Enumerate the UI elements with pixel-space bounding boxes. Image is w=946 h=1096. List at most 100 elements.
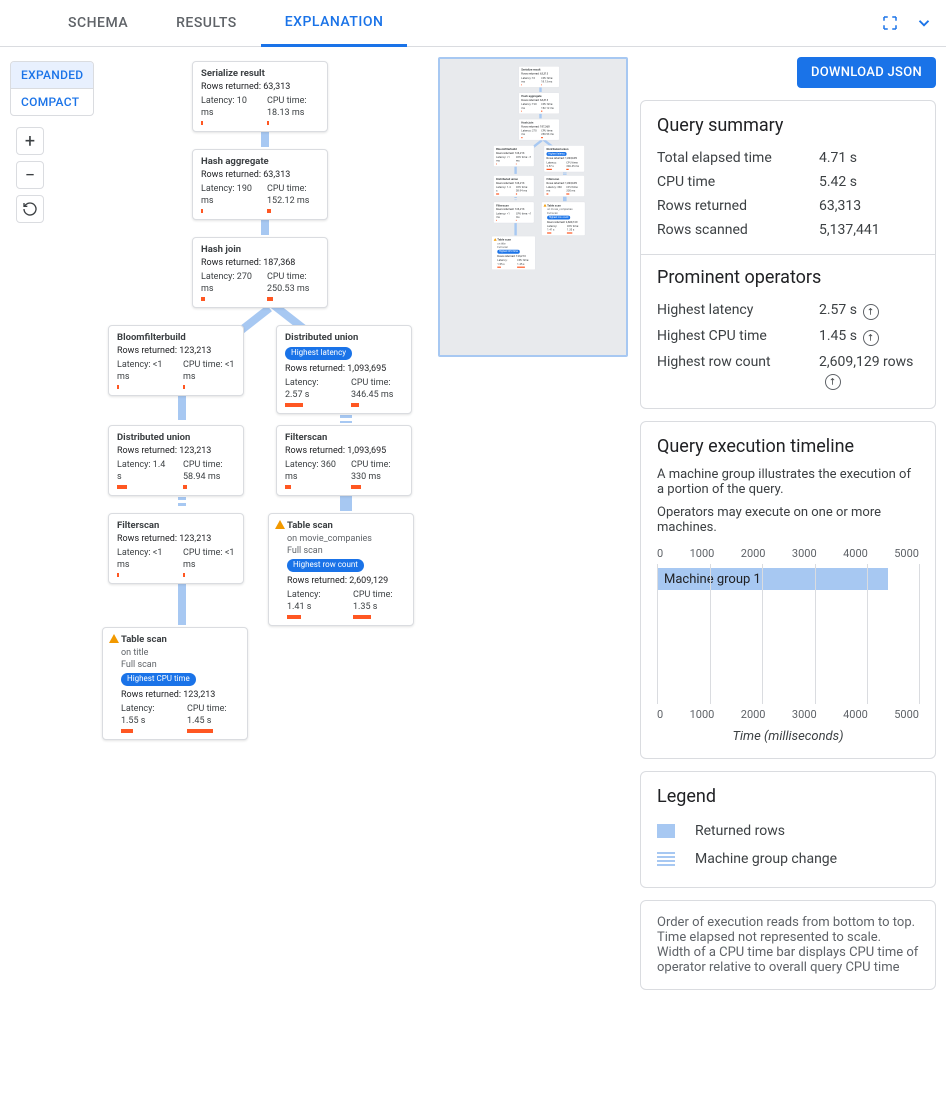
link-icon[interactable]: ↗ [860,301,883,324]
node-cpu: CPU time: <1 ms [516,156,531,163]
node-cpu: CPU time: 330 ms [566,186,578,193]
node-table-scan-left[interactable]: Table scan on title Full scan Highest CP… [492,236,536,270]
node-latency: Latency: 10 ms [521,77,535,84]
chevron-down-icon[interactable] [914,13,934,33]
tab-schema[interactable]: SCHEMA [44,1,152,45]
node-rows: Rows returned: 123,213 [497,255,532,259]
warning-icon [109,634,119,643]
node-rows: Rows returned: 63,313 [521,72,556,76]
legend-swatch-dashed [657,852,675,866]
node-hash-join[interactable]: Hash join Rows returned: 187,368 Latency… [519,119,560,140]
download-json-button[interactable]: DOWNLOAD JSON [797,57,936,88]
node-latency: Latency: 190 ms [521,103,536,110]
note-line: Order of execution reads from bottom to … [657,915,919,930]
node-distributed-union-right[interactable]: Distributed union Highest latency Rows r… [276,325,412,414]
badge-highest-cpu-time: Highest CPU time [121,673,196,686]
link-icon[interactable]: ↗ [860,327,883,350]
node-rows: Rows returned: 63,313 [201,81,319,93]
timeline-body: Machine group 1 [657,564,919,704]
node-filterscan-left[interactable]: Filterscan Rows returned: 123,213 Latenc… [493,202,534,223]
node-cpu: CPU time: 152.12 ms [267,184,309,206]
node-serialize-result[interactable]: Serialize result Rows returned: 63,313 L… [519,66,560,87]
node-latency: Latency: 360 ms [547,186,562,193]
fullscreen-icon[interactable] [880,13,900,33]
timeline-bar[interactable]: Machine group 1 [658,568,888,590]
node-cpu: CPU time: <1 ms [183,548,234,570]
node-bloomfilterbuild[interactable]: Bloomfilterbuild Rows returned: 123,213 … [493,145,534,166]
warning-icon [494,238,497,241]
node-table-scan-right[interactable]: Table scan on movie_companies Full scan … [541,202,585,236]
node-latency: Latency: 1.41 s [547,225,557,232]
node-latency: Latency: 2.57 s [547,161,557,168]
node-bloomfilterbuild[interactable]: Bloomfilterbuild Rows returned: 123,213 … [108,325,244,396]
card-heading: Query execution timeline [657,436,919,457]
node-rows: Rows returned: 1,093,695 [285,363,403,375]
node-table-scan-left[interactable]: Table scan on title Full scan Highest CP… [102,627,248,740]
node-cpu: CPU time: 152.12 ms [541,103,554,110]
node-distributed-union-left[interactable]: Distributed union Rows returned: 123,213… [493,175,534,196]
prom-value: 2.57 s↗ [819,302,919,320]
node-serialize-result[interactable]: Serialize result Rows returned: 63,313 L… [192,61,328,132]
notes-card: Order of execution reads from bottom to … [640,900,936,990]
summary-label: Total elapsed time [657,150,819,166]
node-cpu: CPU time: 346.45 ms [566,161,579,168]
node-latency: Latency: 360 ms [285,460,336,482]
node-hash-join[interactable]: Hash join Rows returned: 187,368 Latency… [192,237,328,308]
node-title: Table scan [287,520,405,533]
node-hash-aggregate[interactable]: Hash aggregate Rows returned: 63,313 Lat… [192,149,328,220]
node-title: Hash aggregate [201,156,319,169]
warning-icon [275,520,285,529]
node-title: Filterscan [117,520,235,533]
query-plan-graph[interactable]: EXPANDED COMPACT + − [10,57,628,757]
node-rows: Rows returned: 1,093,695 [547,181,582,185]
node-rows: Rows returned: 1,093,695 [547,157,582,161]
badge-highest-latency: Highest latency [285,347,352,360]
node-rows: Rows returned: 63,313 [521,99,556,103]
badge-highest-row-count: Highest row count [547,216,570,220]
node-table-scan-right[interactable]: Table scan on movie_companies Full scan … [268,513,414,626]
node-filterscan-left[interactable]: Filterscan Rows returned: 123,213 Latenc… [108,513,244,584]
timeline-desc: A machine group illustrates the executio… [657,467,919,497]
node-latency: Latency: <1 ms [117,548,162,570]
node-latency: Latency: 1.4 s [496,186,510,193]
minimap[interactable]: Serialize result Rows returned: 63,313 L… [438,57,628,357]
node-latency: Latency: <1 ms [496,156,510,163]
note-line: Time elapsed not represented to scale. [657,930,919,945]
node-rows: Rows returned: 123,213 [121,689,239,701]
node-cpu: CPU time: 250.53 ms [541,129,554,136]
node-cpu: CPU time: 18.13 ms [541,77,553,84]
warning-icon [544,204,547,207]
prom-label: Highest CPU time [657,328,819,346]
node-cpu: CPU time: 330 ms [351,460,391,482]
node-filterscan-right[interactable]: Filterscan Rows returned: 1,093,695 Late… [544,175,585,196]
node-full-scan: Full scan [547,211,582,215]
node-cpu: CPU time: 1.45 s [187,704,227,726]
prom-value: 1.45 s↗ [819,328,919,346]
node-hash-aggregate[interactable]: Hash aggregate Rows returned: 63,313 Lat… [519,93,560,114]
node-filterscan-right[interactable]: Filterscan Rows returned: 1,093,695 Late… [276,425,412,496]
node-distributed-union-right[interactable]: Distributed union Highest latency Rows r… [544,145,585,172]
node-rows: Rows returned: 123,213 [117,445,235,457]
node-cpu: CPU time: <1 ms [516,212,531,219]
timeline-caption: Time (milliseconds) [657,729,919,744]
node-latency: Latency: <1 ms [496,212,510,219]
timeline-axis-top: 010002000300040005000 [657,543,919,564]
node-rows: Rows returned: 123,213 [496,208,531,212]
node-title: Bloomfilterbuild [117,332,235,345]
node-distributed-union-left[interactable]: Distributed union Rows returned: 123,213… [108,425,244,496]
node-rows: Rows returned: 2,609,129 [547,220,582,224]
node-latency: Latency: 190 ms [201,184,252,206]
tab-results[interactable]: RESULTS [152,1,261,45]
legend-card: Legend Returned rows Machine group chang… [640,771,936,888]
legend-swatch-solid [657,824,675,838]
node-latency: Latency: 10 ms [201,96,247,118]
tab-explanation[interactable]: EXPLANATION [261,0,408,47]
node-latency: Latency: 2.57 s [285,378,319,400]
link-icon[interactable]: ↗ [822,371,845,394]
summary-value: 5,137,441 [819,222,919,238]
note-line: Width of a CPU time bar displays CPU tim… [657,945,919,975]
node-cpu: CPU time: 18.13 ms [267,96,307,118]
node-latency: Latency: 1.55 s [121,704,155,726]
node-cpu: CPU time: 250.53 ms [267,272,309,294]
node-on-table: on title [121,647,239,659]
